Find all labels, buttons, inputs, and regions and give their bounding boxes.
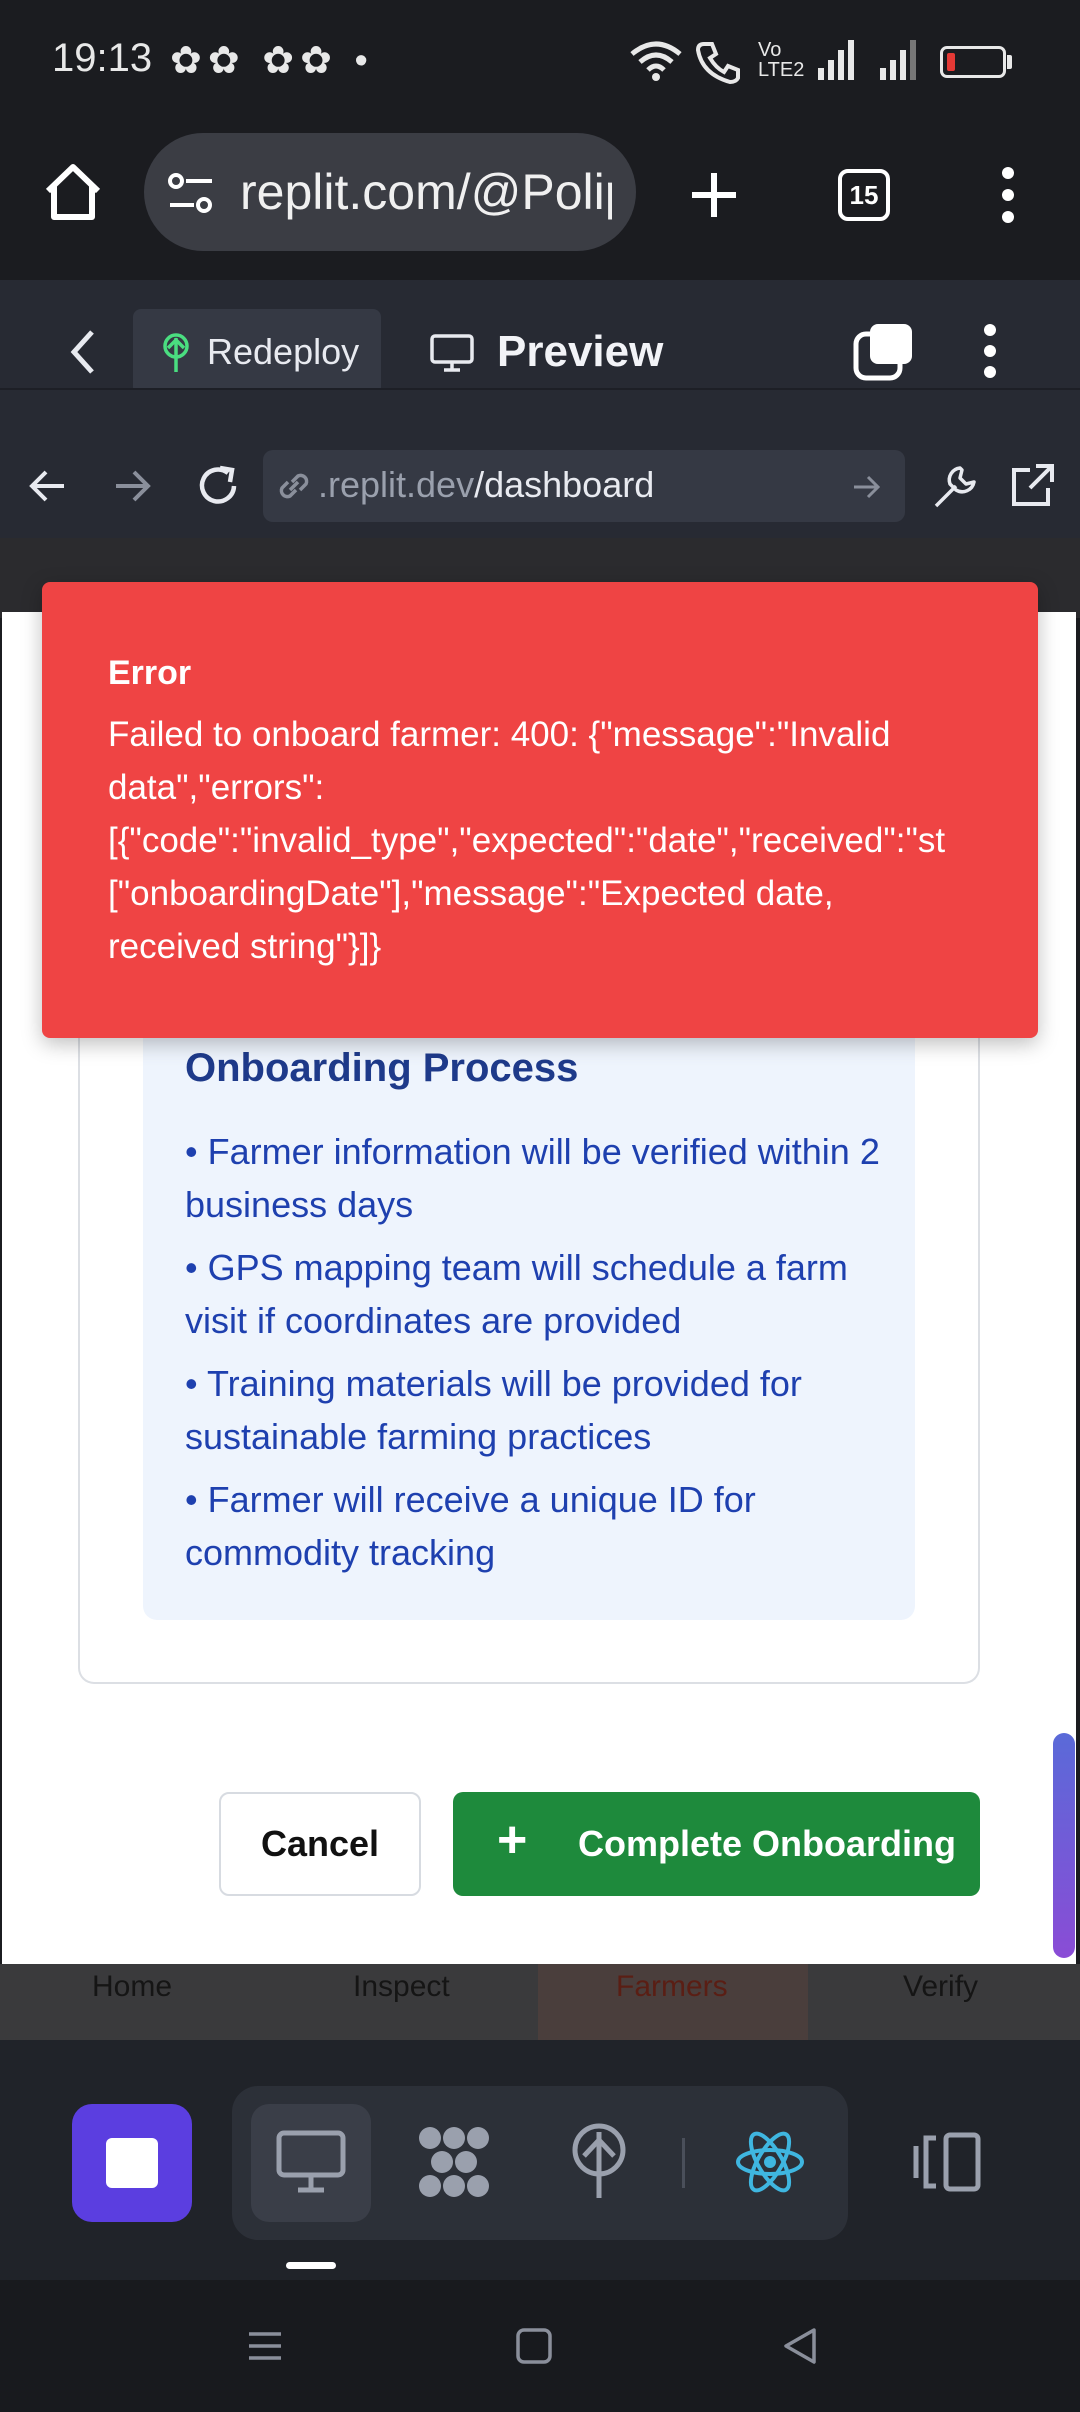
go-arrow-icon[interactable] xyxy=(852,472,882,502)
error-line: data","errors": xyxy=(108,768,325,807)
status-bar: 19:13 ✿✿ ✿✿ • Vo LTE2 xyxy=(0,0,1080,125)
error-toast-message: Failed to onboard farmer: 400: {"message… xyxy=(108,708,988,973)
tab-verify[interactable]: Verify xyxy=(903,1970,978,2004)
error-line: received string"}]} xyxy=(108,927,382,966)
battery-icon xyxy=(940,46,1006,78)
open-external-icon[interactable] xyxy=(1008,462,1056,510)
browser-toolbar: replit.com/@Polip 15 xyxy=(0,125,1080,280)
tabs-stack-icon[interactable] xyxy=(852,320,916,382)
list-item: • Training materials will be provided fo… xyxy=(185,1363,802,1457)
android-back-icon[interactable] xyxy=(780,2326,820,2366)
error-line: [{"code":"invalid_type","expected":"date… xyxy=(108,821,946,860)
devtools-wrench-icon[interactable] xyxy=(930,462,980,512)
tab-home[interactable]: Home xyxy=(92,1970,172,2004)
deploy-icon xyxy=(163,333,189,372)
scrollbar-thumb[interactable] xyxy=(1053,1733,1075,1958)
wifi-icon xyxy=(630,41,682,81)
call-icon xyxy=(696,42,740,84)
dock-indicator xyxy=(286,2262,336,2269)
pane-menu-icon[interactable] xyxy=(980,322,1000,380)
preview-tab-title[interactable]: Preview xyxy=(497,327,663,377)
nav-back-icon[interactable] xyxy=(28,466,68,506)
android-home-icon[interactable] xyxy=(514,2326,554,2366)
tab-farmers[interactable]: Farmers xyxy=(616,1970,728,2004)
url-text[interactable]: replit.com/@Polip xyxy=(240,163,612,221)
home-icon[interactable] xyxy=(42,161,104,223)
new-tab-icon[interactable] xyxy=(688,169,740,221)
status-time: 19:13 xyxy=(52,36,153,80)
complete-onboarding-button[interactable]: + Complete Onboarding xyxy=(453,1792,980,1896)
back-chevron-icon[interactable] xyxy=(68,328,98,376)
list-item: • GPS mapping team will schedule a farm … xyxy=(185,1247,848,1341)
link-icon xyxy=(279,473,309,499)
error-toast-title: Error xyxy=(108,654,192,692)
react-icon[interactable] xyxy=(734,2126,806,2198)
list-item: • Farmer will receive a unique ID for co… xyxy=(185,1479,756,1573)
tab-inspect[interactable]: Inspect xyxy=(353,1970,450,2004)
site-settings-icon[interactable] xyxy=(166,171,216,217)
monitor-icon xyxy=(430,334,474,372)
onboarding-process-title: Onboarding Process xyxy=(185,1046,579,1090)
onboarding-steps-list: • Farmer information will be verified wi… xyxy=(185,1125,885,1589)
plus-icon: + xyxy=(497,1811,528,1869)
refresh-icon[interactable] xyxy=(194,462,242,510)
complete-onboarding-label: Complete Onboarding xyxy=(578,1823,956,1864)
webview-monitor-icon[interactable] xyxy=(276,2130,346,2194)
cancel-button[interactable]: Cancel xyxy=(219,1792,421,1896)
dock-divider xyxy=(682,2138,685,2188)
replit-header: Redeploy Preview xyxy=(0,280,1080,395)
preview-nav-bar: .replit.dev/dashboard xyxy=(0,388,1080,538)
network-label: Vo LTE2 xyxy=(758,39,805,81)
list-item: • Farmer information will be verified wi… xyxy=(185,1131,880,1225)
split-pane-icon[interactable] xyxy=(912,2132,982,2192)
error-line: Failed to onboard farmer: 400: {"message… xyxy=(108,715,891,754)
stop-button[interactable] xyxy=(72,2104,192,2222)
notification-icons: ✿✿ ✿✿ • xyxy=(170,40,374,82)
nav-forward-icon[interactable] xyxy=(112,466,152,506)
browser-menu-icon[interactable] xyxy=(998,165,1018,225)
battery-tip xyxy=(1007,55,1012,69)
tab-switcher-button[interactable]: 15 xyxy=(838,169,890,221)
signal-icon xyxy=(818,40,916,80)
recents-icon[interactable] xyxy=(245,2326,285,2366)
error-line: ["onboardingDate"],"message":"Expected d… xyxy=(108,874,834,913)
workspace-pattern-icon[interactable] xyxy=(416,2124,492,2200)
preview-address-text[interactable]: .replit.dev/dashboard xyxy=(318,464,654,506)
deployments-icon[interactable] xyxy=(568,2122,630,2200)
redeploy-label: Redeploy xyxy=(207,331,360,372)
